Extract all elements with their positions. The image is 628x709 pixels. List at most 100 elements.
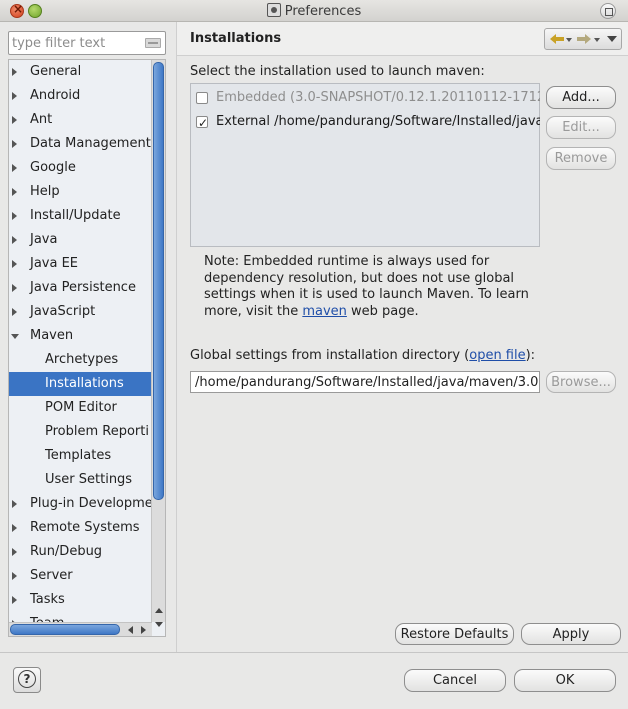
collapsed-arrow-icon[interactable] bbox=[12, 260, 17, 268]
tree-item-label: Plug-in Developme bbox=[30, 496, 152, 511]
tree-item-general[interactable]: General bbox=[9, 60, 152, 84]
tree-vertical-scrollbar[interactable] bbox=[151, 60, 165, 627]
collapsed-arrow-icon[interactable] bbox=[12, 500, 17, 508]
maven-web-link[interactable]: maven bbox=[302, 304, 347, 319]
tree-item-java-persistence[interactable]: Java Persistence bbox=[9, 276, 152, 300]
collapsed-arrow-icon[interactable] bbox=[12, 68, 17, 76]
tree-item-install-update[interactable]: Install/Update bbox=[9, 204, 152, 228]
scroll-right-icon[interactable] bbox=[141, 626, 146, 634]
tree-item-data-management[interactable]: Data Management bbox=[9, 132, 152, 156]
tree-item-java[interactable]: Java bbox=[9, 228, 152, 252]
browse-button[interactable]: Browse... bbox=[546, 371, 616, 393]
global-settings-path-input[interactable] bbox=[191, 372, 539, 392]
global-settings-path-field bbox=[190, 371, 540, 393]
tree-item-label: Server bbox=[30, 568, 73, 583]
installation-checkbox-external[interactable] bbox=[196, 113, 208, 132]
installation-checkbox-embedded[interactable] bbox=[196, 92, 208, 104]
pane-divider[interactable] bbox=[176, 22, 177, 652]
collapsed-arrow-icon[interactable] bbox=[12, 92, 17, 100]
tree-item-label: POM Editor bbox=[45, 400, 117, 415]
tree-item-java-ee[interactable]: Java EE bbox=[9, 252, 152, 276]
global-settings-label: Global settings from installation direct… bbox=[190, 348, 535, 363]
tree-item-run-debug[interactable]: Run/Debug bbox=[9, 540, 152, 564]
collapsed-arrow-icon[interactable] bbox=[12, 116, 17, 124]
remove-installation-button[interactable]: Remove bbox=[546, 147, 616, 170]
collapsed-arrow-icon[interactable] bbox=[12, 572, 17, 580]
collapsed-arrow-icon[interactable] bbox=[12, 596, 17, 604]
collapsed-arrow-icon[interactable] bbox=[12, 164, 17, 172]
installations-section-label: Select the installation used to launch m… bbox=[190, 64, 485, 79]
installation-row-embedded[interactable]: Embedded (3.0-SNAPSHOT/0.12.1.20110112-1… bbox=[196, 88, 540, 108]
tree-item-label: Java EE bbox=[30, 256, 79, 271]
forward-arrow-icon[interactable] bbox=[577, 33, 591, 45]
collapsed-arrow-icon[interactable] bbox=[12, 308, 17, 316]
tree-item-label: Java Persistence bbox=[30, 280, 136, 295]
tree-item-help[interactable]: Help bbox=[9, 180, 152, 204]
collapsed-arrow-icon[interactable] bbox=[12, 284, 17, 292]
tree-item-problem-reporti[interactable]: Problem Reporti bbox=[9, 420, 152, 444]
tree-item-plug-in-developme[interactable]: Plug-in Developme bbox=[9, 492, 152, 516]
scroll-down-icon[interactable] bbox=[155, 622, 163, 627]
cancel-button[interactable]: Cancel bbox=[404, 669, 506, 692]
expanded-arrow-icon[interactable] bbox=[11, 334, 19, 339]
tree-item-label: Google bbox=[30, 160, 76, 175]
footer-separator bbox=[0, 652, 628, 653]
installation-row-external[interactable]: External /home/pandurang/Software/Instal… bbox=[196, 112, 540, 132]
history-navigation bbox=[544, 28, 622, 50]
tree-item-label: Problem Reporti bbox=[45, 424, 149, 439]
tree-item-javascript[interactable]: JavaScript bbox=[9, 300, 152, 324]
filter-box bbox=[8, 31, 166, 55]
scroll-up-icon[interactable] bbox=[155, 608, 163, 613]
open-file-link[interactable]: open file bbox=[469, 348, 525, 363]
window-title-bar: Preferences bbox=[0, 0, 628, 22]
tree-item-google[interactable]: Google bbox=[9, 156, 152, 180]
tree-item-ant[interactable]: Ant bbox=[9, 108, 152, 132]
clear-filter-icon[interactable] bbox=[145, 38, 161, 48]
tree-item-archetypes[interactable]: Archetypes bbox=[9, 348, 152, 372]
apply-button[interactable]: Apply bbox=[521, 623, 621, 645]
window-title-container: Preferences bbox=[0, 3, 628, 19]
restore-window-button[interactable] bbox=[600, 3, 616, 19]
tree-item-installations[interactable]: Installations bbox=[9, 372, 152, 396]
tree-item-server[interactable]: Server bbox=[9, 564, 152, 588]
back-arrow-icon[interactable] bbox=[550, 33, 564, 45]
help-icon: ? bbox=[18, 670, 36, 688]
tree-item-android[interactable]: Android bbox=[9, 84, 152, 108]
scroll-left-icon[interactable] bbox=[128, 626, 133, 634]
tree-item-label: Java bbox=[30, 232, 58, 247]
collapsed-arrow-icon[interactable] bbox=[12, 212, 17, 220]
tree-item-label: Maven bbox=[30, 328, 74, 343]
collapsed-arrow-icon[interactable] bbox=[12, 524, 17, 532]
help-button[interactable]: ? bbox=[13, 667, 41, 693]
view-menu-icon[interactable] bbox=[607, 36, 617, 42]
tree-item-templates[interactable]: Templates bbox=[9, 444, 152, 468]
tree-item-tasks[interactable]: Tasks bbox=[9, 588, 152, 612]
tree-item-label: Remote Systems bbox=[30, 520, 140, 535]
tree-item-maven[interactable]: Maven bbox=[9, 324, 152, 348]
tree-item-label: Installations bbox=[45, 376, 124, 391]
window-title: Preferences bbox=[284, 4, 362, 19]
embedded-runtime-note: Note: Embedded runtime is always used fo… bbox=[204, 254, 534, 320]
tree-horizontal-scrollbar[interactable] bbox=[9, 622, 152, 636]
collapsed-arrow-icon[interactable] bbox=[12, 188, 17, 196]
tree-item-user-settings[interactable]: User Settings bbox=[9, 468, 152, 492]
back-history-dropdown-icon[interactable] bbox=[566, 38, 572, 42]
add-installation-button[interactable]: Add... bbox=[546, 86, 616, 109]
tree-item-label: Ant bbox=[30, 112, 53, 127]
tree-item-remote-systems[interactable]: Remote Systems bbox=[9, 516, 152, 540]
collapsed-arrow-icon[interactable] bbox=[12, 140, 17, 148]
tree-horizontal-scroll-thumb[interactable] bbox=[10, 624, 120, 635]
tree-item-pom-editor[interactable]: POM Editor bbox=[9, 396, 152, 420]
tree-vertical-scroll-thumb[interactable] bbox=[153, 62, 164, 500]
forward-history-dropdown-icon[interactable] bbox=[594, 38, 600, 42]
ok-button[interactable]: OK bbox=[514, 669, 616, 692]
restore-defaults-button[interactable]: Restore Defaults bbox=[395, 623, 514, 645]
tree-item-label: Install/Update bbox=[30, 208, 121, 223]
tree-item-label: Data Management bbox=[30, 136, 151, 151]
filter-input[interactable] bbox=[9, 32, 139, 54]
installations-list: Embedded (3.0-SNAPSHOT/0.12.1.20110112-1… bbox=[190, 83, 540, 247]
collapsed-arrow-icon[interactable] bbox=[12, 236, 17, 244]
collapsed-arrow-icon[interactable] bbox=[12, 548, 17, 556]
tree-item-label: Android bbox=[30, 88, 81, 103]
edit-installation-button[interactable]: Edit... bbox=[546, 116, 616, 139]
